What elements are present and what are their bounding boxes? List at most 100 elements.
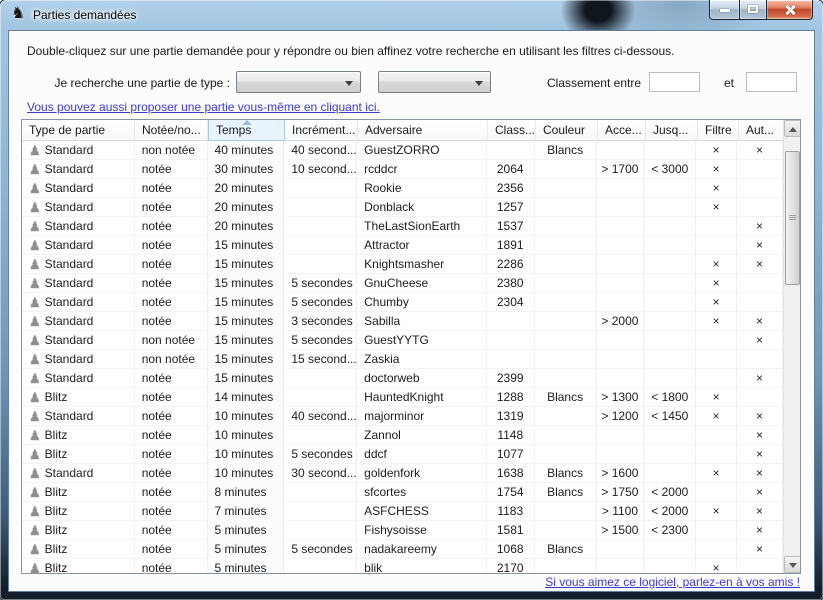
minimize-button[interactable] <box>709 0 739 20</box>
cell-increment: 40 second... <box>284 407 357 426</box>
cell-max: < 1800 <box>644 388 696 407</box>
chevron-down-icon <box>345 81 353 86</box>
cell-filter <box>696 350 737 369</box>
cell-rated: notée <box>135 426 208 445</box>
table-row[interactable]: Standardnotée15 minutesdoctorweb2399× <box>22 369 783 388</box>
cell-filter: × <box>696 141 737 160</box>
close-button[interactable] <box>767 0 813 20</box>
pawn-icon <box>29 372 41 385</box>
dialog-window: ♞ Parties demandées Double-cliquez sur u… <box>0 0 823 600</box>
column-header-type[interactable]: Type de partie <box>22 120 135 141</box>
cell-time: 40 minutes <box>208 141 285 160</box>
cell-color <box>535 350 597 369</box>
cell-min: > 1700 <box>597 160 645 179</box>
cell-min <box>597 369 645 388</box>
table-row[interactable]: Blitznotée14 minutesHauntedKnight1288Bla… <box>22 388 783 407</box>
scroll-up-button[interactable] <box>784 120 801 137</box>
table-row[interactable]: Standardnon notée15 minutes5 secondesGue… <box>22 331 783 350</box>
table-row[interactable]: Standardnotée15 minutes3 secondesSabilla… <box>22 312 783 331</box>
table-row[interactable]: Standardnotée15 minutes5 secondesGnuChee… <box>22 274 783 293</box>
cell-rating: 1288 <box>487 388 535 407</box>
title-bar[interactable]: ♞ Parties demandées <box>0 0 823 30</box>
cell-color <box>535 502 597 521</box>
table-row[interactable]: Blitznotée8 minutessfcortes1754Blancs> 1… <box>22 483 783 502</box>
table-row[interactable]: Standardnon notée40 minutes40 second...G… <box>22 141 783 160</box>
cell-auto: × <box>737 540 783 559</box>
scrollbar-thumb[interactable] <box>785 151 800 285</box>
table-row[interactable]: Blitznotée10 minutesZannol1148× <box>22 426 783 445</box>
cell-min <box>597 141 645 160</box>
table-row[interactable]: Standardnotée20 minutesTheLastSionEarth1… <box>22 217 783 236</box>
table-row[interactable]: Standardnotée30 minutes10 second...rcddc… <box>22 160 783 179</box>
vertical-scrollbar[interactable] <box>783 120 800 573</box>
table-row[interactable]: Blitznotée10 minutes5 secondesddcf1077× <box>22 445 783 464</box>
column-header-min[interactable]: Acce... <box>598 120 646 141</box>
cell-auto <box>737 388 783 407</box>
share-software-link[interactable]: Si vous aimez ce logiciel, parlez-en à v… <box>545 575 800 589</box>
cell-type: Blitz <box>22 426 135 445</box>
cell-max <box>644 198 696 217</box>
game-type-label: Je recherche une partie de type : <box>9 76 230 90</box>
table-row[interactable]: Blitznotée5 minutesFishysoisse1581> 1500… <box>22 521 783 540</box>
cell-increment: 40 second... <box>284 141 357 160</box>
column-header-rating[interactable]: Class... <box>488 120 536 141</box>
table-row[interactable]: Standardnotée20 minutesRookie2356× <box>22 179 783 198</box>
cell-color <box>535 274 597 293</box>
table-row[interactable]: Standardnotée15 minutesAttractor1891× <box>22 236 783 255</box>
pawn-icon <box>29 239 41 252</box>
cell-min <box>597 293 645 312</box>
x-mark-icon: × <box>713 257 720 271</box>
rating-min-field[interactable] <box>649 72 700 92</box>
cell-rating: 2064 <box>487 160 535 179</box>
column-header-filter[interactable]: Filtre <box>698 120 739 141</box>
game-type-select[interactable] <box>236 71 361 93</box>
x-mark-icon: × <box>756 466 763 480</box>
cell-min: > 1100 <box>597 502 645 521</box>
column-header-label: Incrément... <box>292 123 355 137</box>
cell-filter: × <box>696 312 737 331</box>
table-row[interactable]: Standardnotée20 minutesDonblack1257× <box>22 198 783 217</box>
column-header-time[interactable]: Temps <box>208 120 285 141</box>
cell-min: > 1750 <box>597 483 645 502</box>
cell-color <box>535 179 597 198</box>
table-row[interactable]: Standardnotée10 minutes40 second...major… <box>22 407 783 426</box>
table-row[interactable]: Standardnotée15 minutesKnightsmasher2286… <box>22 255 783 274</box>
scroll-down-button[interactable] <box>784 556 801 573</box>
maximize-button[interactable] <box>739 0 767 20</box>
table-row[interactable]: Blitznotée7 minutesASFCHESS1183> 1100< 2… <box>22 502 783 521</box>
cell-time: 30 minutes <box>208 160 285 179</box>
arrow-up-icon <box>789 127 797 132</box>
x-mark-icon: × <box>756 428 763 442</box>
cell-time: 7 minutes <box>208 502 285 521</box>
propose-game-link[interactable]: Vous pouvez aussi proposer une partie vo… <box>27 100 380 114</box>
cell-filter <box>696 521 737 540</box>
cell-rating: 1537 <box>487 217 535 236</box>
table-row[interactable]: Blitznotée5 minutesblik2170× <box>22 559 783 573</box>
cell-rated: notée <box>135 312 208 331</box>
table-row[interactable]: Blitznotée5 minutes5 secondesnadakareemy… <box>22 540 783 559</box>
table-row[interactable]: Standardnon notée15 minutes15 second...Z… <box>22 350 783 369</box>
game-subtype-select[interactable] <box>378 71 491 93</box>
pawn-icon <box>29 220 41 233</box>
column-header-color[interactable]: Couleur <box>536 120 598 141</box>
cell-opponent: GnuCheese <box>357 274 487 293</box>
column-header-increment[interactable]: Incrément... <box>285 120 358 141</box>
column-header-rated[interactable]: Notée/no... <box>135 120 208 141</box>
cell-filter: × <box>696 464 737 483</box>
table-row[interactable]: Standardnotée15 minutes5 secondesChumby2… <box>22 293 783 312</box>
cell-rated: notée <box>135 255 208 274</box>
column-header-auto[interactable]: Aut... <box>739 120 785 141</box>
rating-max-field[interactable] <box>746 72 797 92</box>
x-mark-icon: × <box>713 162 720 176</box>
cell-time: 20 minutes <box>208 217 285 236</box>
table-row[interactable]: Standardnotée10 minutes30 second...golde… <box>22 464 783 483</box>
column-header-label: Filtre <box>705 123 732 137</box>
minimize-icon <box>720 9 730 12</box>
x-mark-icon: × <box>713 276 720 290</box>
column-header-opponent[interactable]: Adversaire <box>358 120 488 141</box>
cell-rating: 1581 <box>487 521 535 540</box>
cell-type: Standard <box>22 179 135 198</box>
pawn-icon <box>29 258 41 271</box>
x-mark-icon: × <box>713 409 720 423</box>
column-header-max[interactable]: Jusq... <box>646 120 698 141</box>
